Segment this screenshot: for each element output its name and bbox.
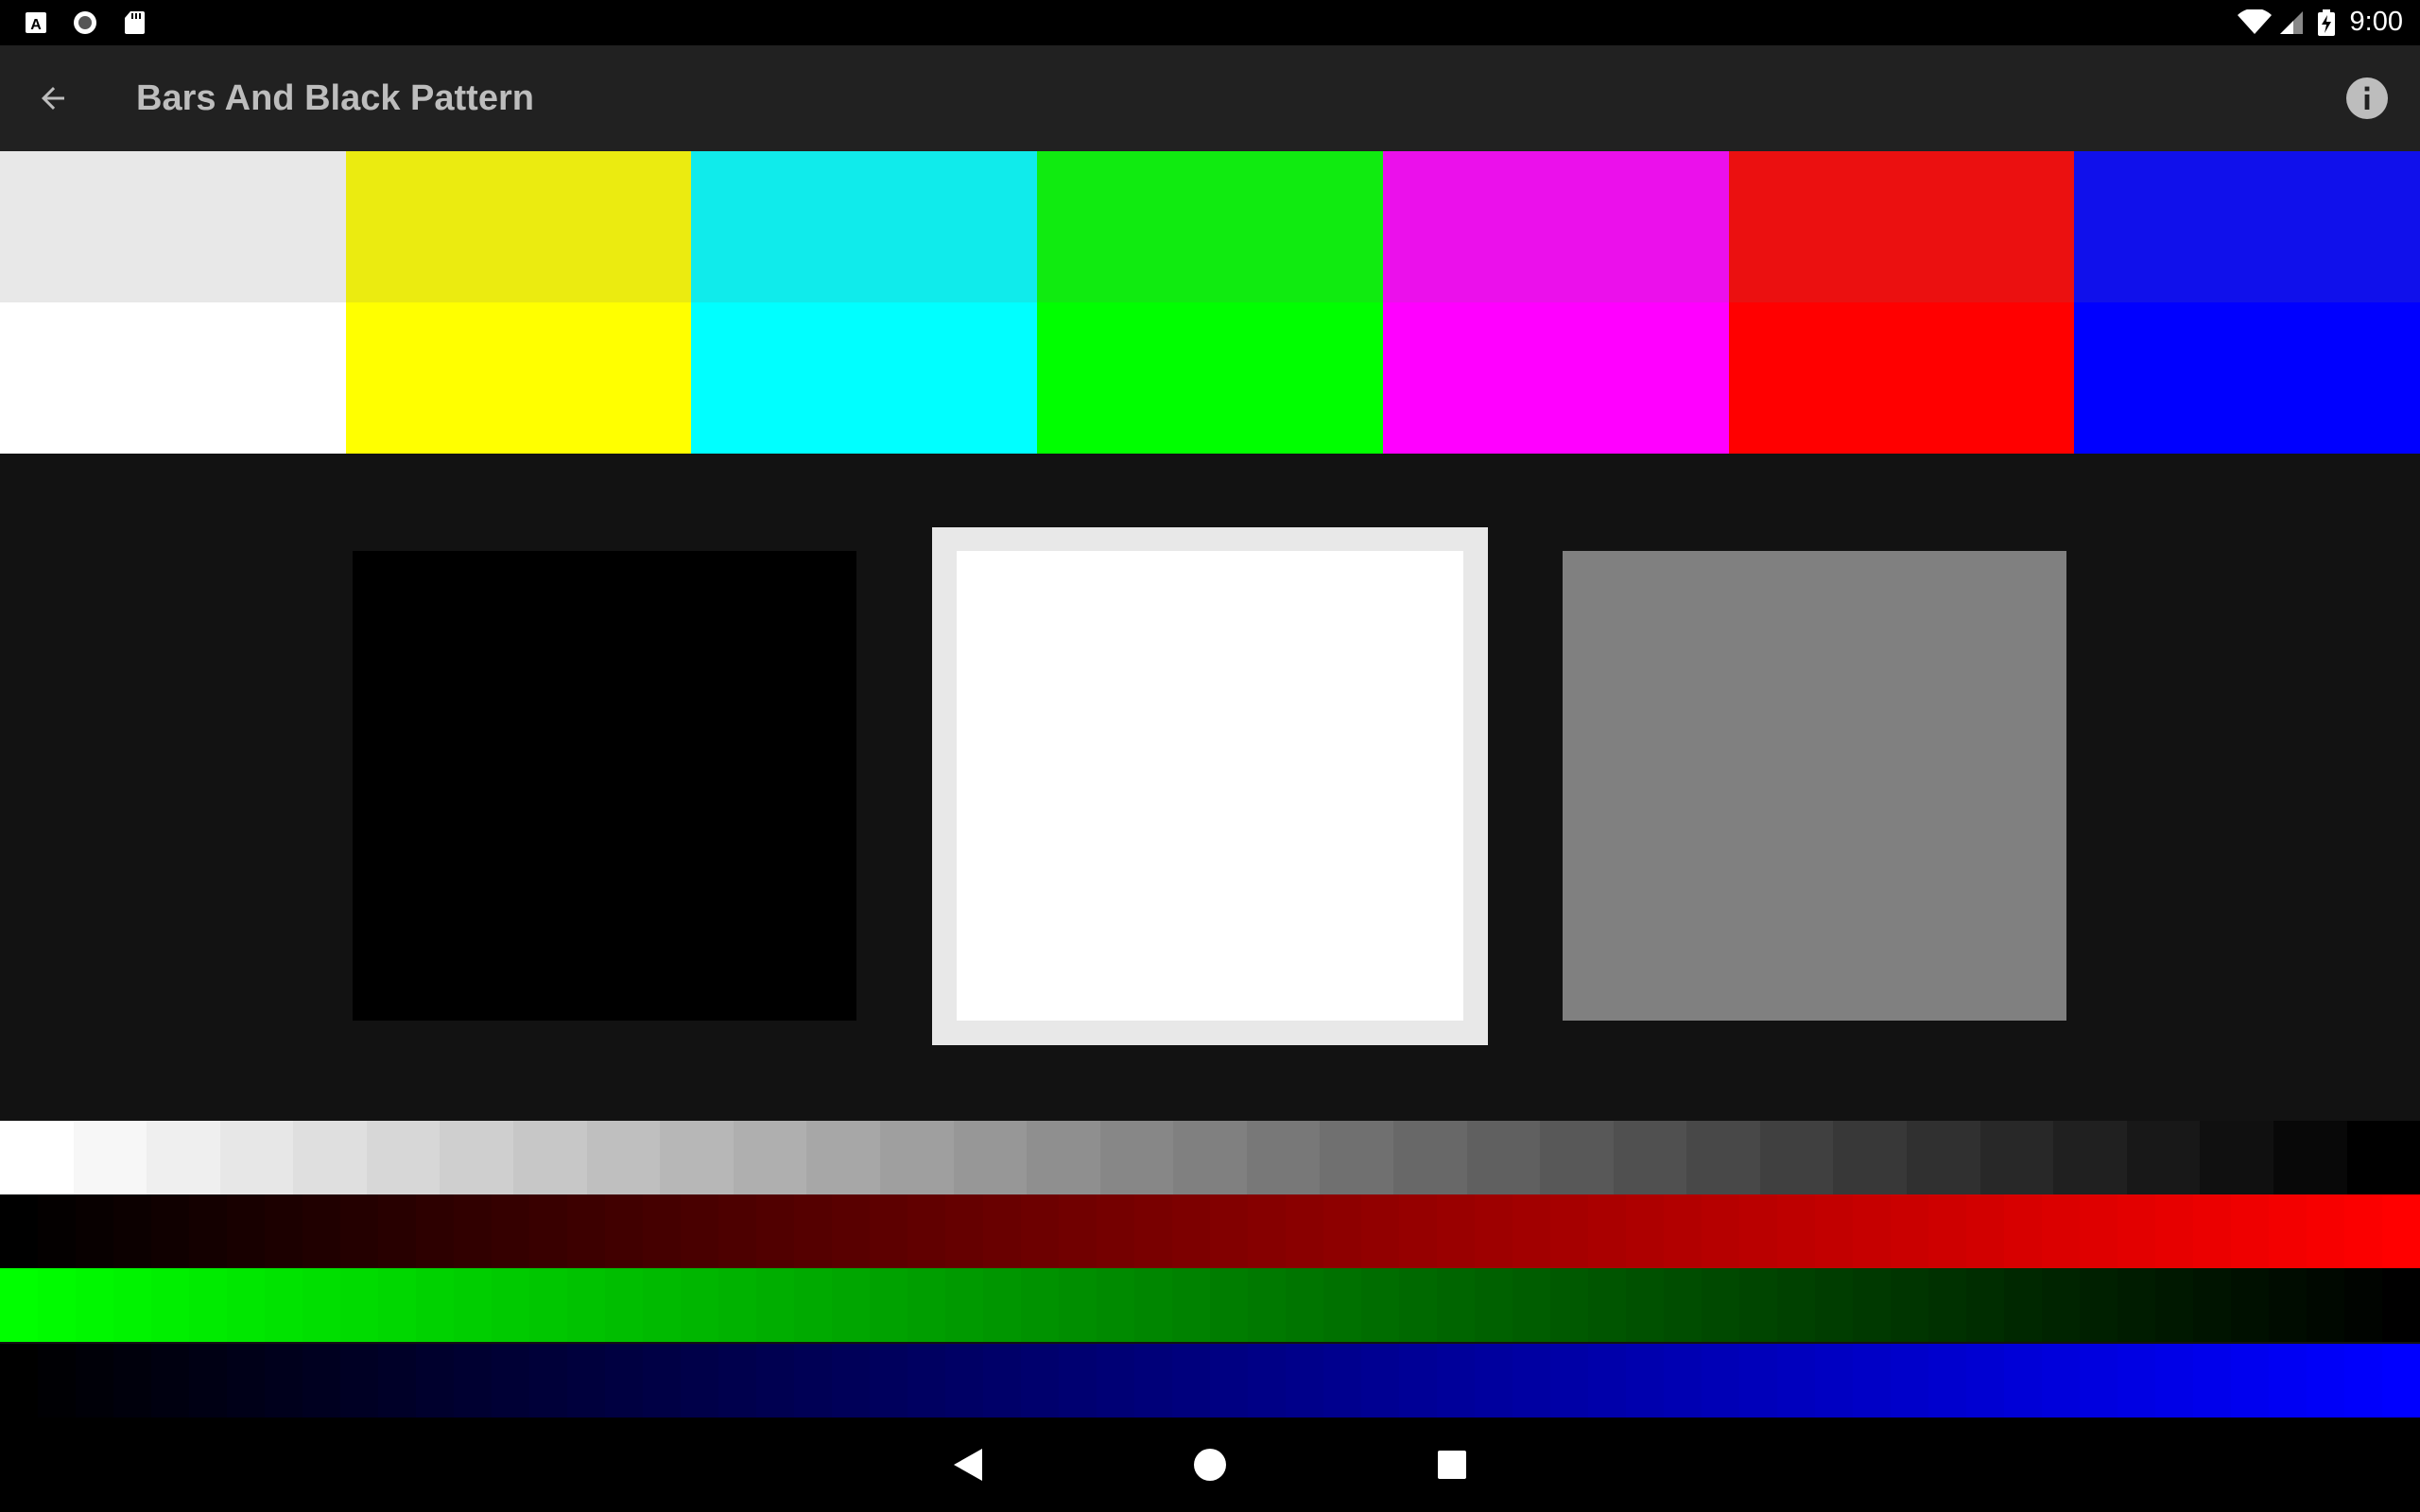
- back-triangle-icon: [954, 1449, 982, 1481]
- cell-signal-icon: [2280, 11, 2303, 34]
- nav-back-button[interactable]: [945, 1442, 991, 1487]
- navigation-bar: [0, 1418, 2420, 1512]
- color-bar-cyan-100: [691, 302, 1038, 454]
- battery-charging-icon: [2318, 9, 2335, 36]
- arrow-back-icon: [42, 87, 64, 110]
- grayscale-step: [1540, 1121, 1614, 1194]
- wifi-icon: [2238, 9, 2272, 34]
- pattern-area: [0, 454, 2420, 1121]
- grayscale-step: [513, 1121, 587, 1194]
- status-time: 9:00: [2349, 7, 2403, 37]
- color-bar-white-75: [0, 151, 346, 302]
- gray-square: [1563, 551, 2066, 1021]
- color-bar-red: [1728, 151, 2075, 454]
- color-bar-yellow: [345, 151, 692, 454]
- grayscale-step: [440, 1121, 514, 1194]
- grayscale-step: [2053, 1121, 2127, 1194]
- color-bar-red-100: [1728, 302, 2075, 454]
- grayscale-step: [1833, 1121, 1908, 1194]
- color-bar-blue-100: [2074, 302, 2420, 454]
- color-bar-yellow-75: [345, 151, 692, 302]
- grayscale-step: [1099, 1121, 1174, 1194]
- grayscale-step: [219, 1121, 294, 1194]
- grayscale-step: [1320, 1121, 1393, 1194]
- color-bar-red-75: [1728, 151, 2075, 302]
- grayscale-step: [73, 1121, 147, 1194]
- color-bar-green: [1037, 151, 1383, 454]
- grayscale-step: [1613, 1121, 1687, 1194]
- grayscale-step: [733, 1121, 807, 1194]
- grayscale-step: [147, 1121, 220, 1194]
- recents-square-icon: [1438, 1451, 1466, 1479]
- grayscale-step: [879, 1121, 954, 1194]
- nav-home-button[interactable]: [1187, 1442, 1233, 1487]
- color-bar-white: [0, 151, 346, 454]
- grayscale-step: [1686, 1121, 1760, 1194]
- grayscale-step: [1759, 1121, 1834, 1194]
- color-bar-blue: [2074, 151, 2420, 454]
- info-icon: [2346, 77, 2388, 119]
- grayscale-step: [1392, 1121, 1467, 1194]
- grayscale-step: [1979, 1121, 2054, 1194]
- grayscale-step: [2200, 1121, 2273, 1194]
- color-bar-green-100: [1037, 302, 1383, 454]
- color-bar-blue-75: [2074, 151, 2420, 302]
- status-bar: A 9:00: [0, 0, 2420, 45]
- black-square: [353, 551, 856, 1021]
- color-bar-magenta-75: [1382, 151, 1729, 302]
- grayscale-step: [953, 1121, 1028, 1194]
- color-bars: [0, 151, 2420, 454]
- grayscale-step: [366, 1121, 441, 1194]
- nav-recents-button[interactable]: [1429, 1442, 1475, 1487]
- color-bar-white-100: [0, 302, 346, 454]
- grayscale-step: [586, 1121, 661, 1194]
- grayscale-step: [0, 1121, 74, 1194]
- white-square: [957, 551, 1463, 1021]
- accessibility-icon: A: [26, 12, 46, 33]
- sd-card-icon: [125, 11, 145, 34]
- grayscale-step: [2346, 1121, 2420, 1194]
- color-bar-cyan-75: [691, 151, 1038, 302]
- grayscale-step: [660, 1121, 734, 1194]
- grayscale-step: [2126, 1121, 2201, 1194]
- blue-ramp: [0, 1344, 2420, 1418]
- color-bar-yellow-100: [345, 302, 692, 454]
- grayscale-step: [1907, 1121, 1980, 1194]
- red-ramp: [0, 1194, 2420, 1268]
- grayscale-step: [1466, 1121, 1541, 1194]
- color-bar-magenta-100: [1382, 302, 1729, 454]
- app-bar: Bars And Black Pattern: [0, 45, 2420, 151]
- green-ramp: [0, 1268, 2420, 1342]
- grayscale-step: [2273, 1121, 2347, 1194]
- grayscale-step: [1027, 1121, 1100, 1194]
- grayscale-step: [806, 1121, 880, 1194]
- color-bar-green-75: [1037, 151, 1383, 302]
- color-bar-cyan: [691, 151, 1038, 454]
- color-bar-magenta: [1382, 151, 1729, 454]
- home-circle-icon: [1194, 1449, 1226, 1481]
- info-button[interactable]: [2333, 64, 2401, 132]
- svg-text:A: A: [30, 17, 42, 33]
- back-button[interactable]: [19, 64, 87, 132]
- record-icon: [74, 11, 96, 34]
- grayscale-step: [1173, 1121, 1247, 1194]
- grayscale-step: [1246, 1121, 1321, 1194]
- page-title: Bars And Black Pattern: [136, 78, 534, 118]
- grayscale-step: [293, 1121, 367, 1194]
- grayscale-steps: [0, 1121, 2420, 1194]
